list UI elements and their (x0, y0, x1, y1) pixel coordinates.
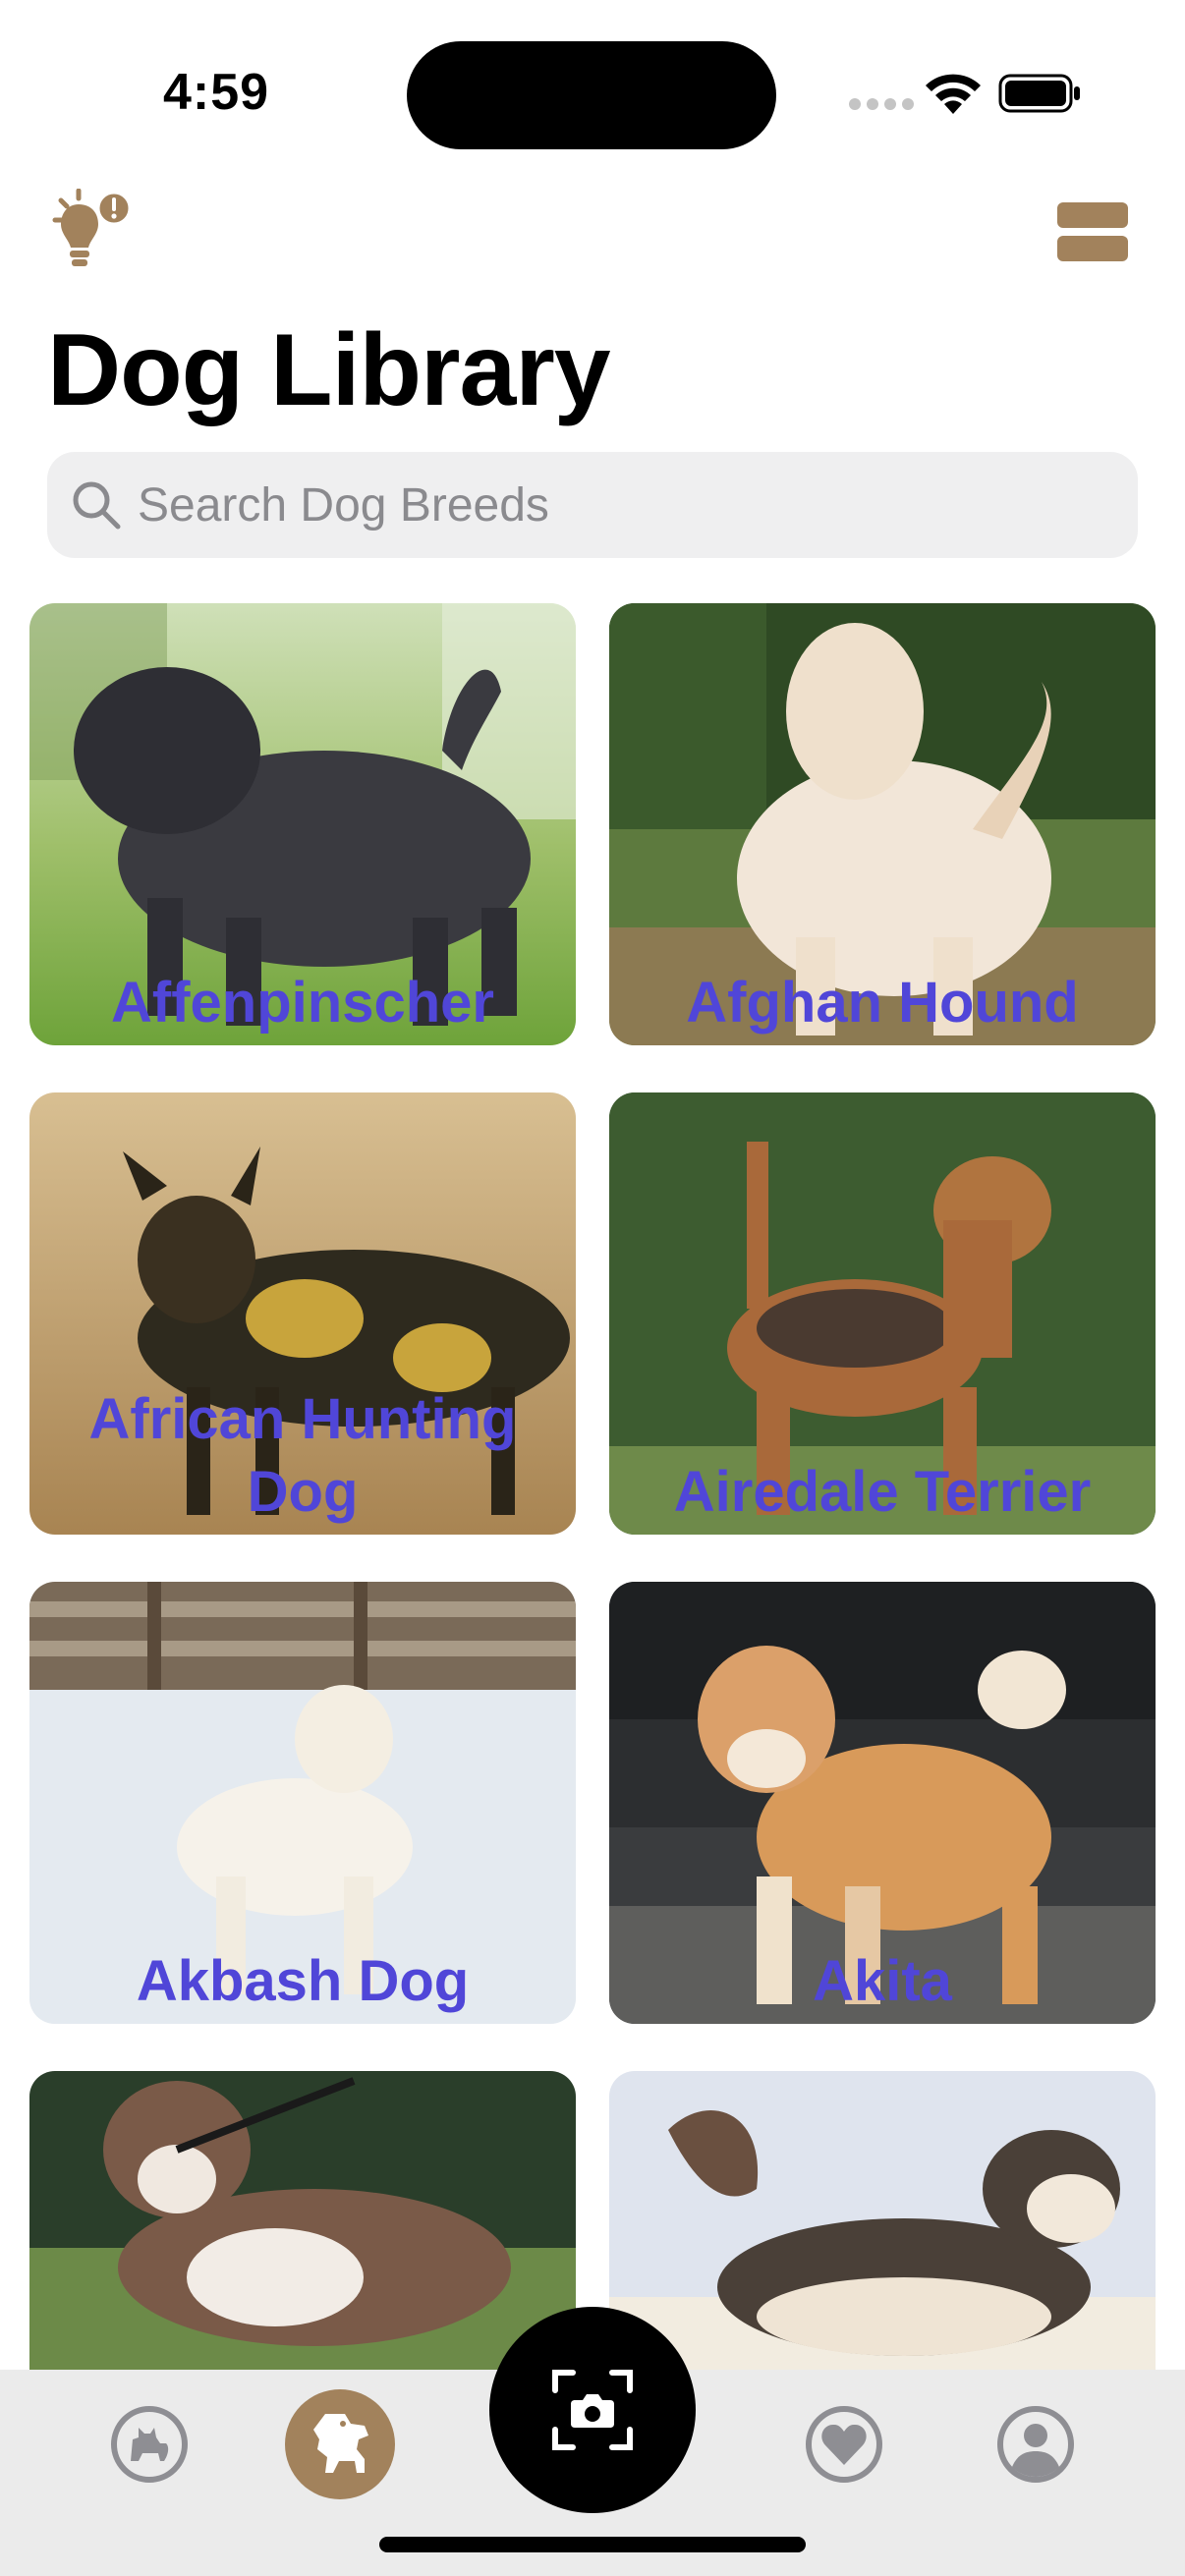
breed-card-affenpinscher[interactable]: Affenpinscher (29, 603, 576, 1045)
page-title: Dog Library (47, 313, 611, 427)
home-indicator (379, 2537, 806, 2552)
breed-card-husky[interactable] (609, 2071, 1156, 2370)
cellular-signal-icon (849, 98, 914, 110)
breed-name: Affenpinscher (111, 971, 494, 1035)
list-view-icon[interactable] (1057, 202, 1128, 261)
breed-card-akbash-dog[interactable]: Akbash Dog (29, 1582, 576, 2024)
tip-bulb-icon[interactable] (51, 189, 134, 277)
breed-photo (609, 2071, 1156, 2370)
breed-name: Afghan Hound (686, 971, 1079, 1035)
breed-card-african-hunting-dog[interactable]: African Hunting Dog (29, 1092, 576, 1535)
camera-scan-icon (552, 2370, 633, 2450)
breed-name: African Hunting Dog (88, 1387, 517, 1524)
breed-card-bulldog[interactable] (29, 2071, 576, 2370)
wifi-icon (926, 74, 981, 114)
dynamic-island (407, 41, 776, 149)
breed-photo (29, 2071, 576, 2370)
tab-dog-icon[interactable] (300, 2404, 380, 2485)
tab-heart-icon[interactable] (804, 2404, 884, 2485)
search-icon (73, 481, 121, 530)
breed-card-afghan-hound[interactable]: Afghan Hound (609, 603, 1156, 1045)
status-time: 4:59 (163, 64, 270, 121)
breed-name: Akbash Dog (136, 1949, 470, 2013)
breed-name: Akita (813, 1949, 952, 2013)
search-input[interactable] (138, 472, 1110, 538)
tab-cat-icon[interactable] (109, 2404, 190, 2485)
breed-card-akita[interactable]: Akita (609, 1582, 1156, 2024)
breed-card-airedale-terrier[interactable]: Airedale Terrier (609, 1092, 1156, 1535)
breed-name: Airedale Terrier (673, 1460, 1092, 1524)
tab-profile-icon[interactable] (995, 2404, 1076, 2485)
battery-icon (998, 74, 1080, 113)
